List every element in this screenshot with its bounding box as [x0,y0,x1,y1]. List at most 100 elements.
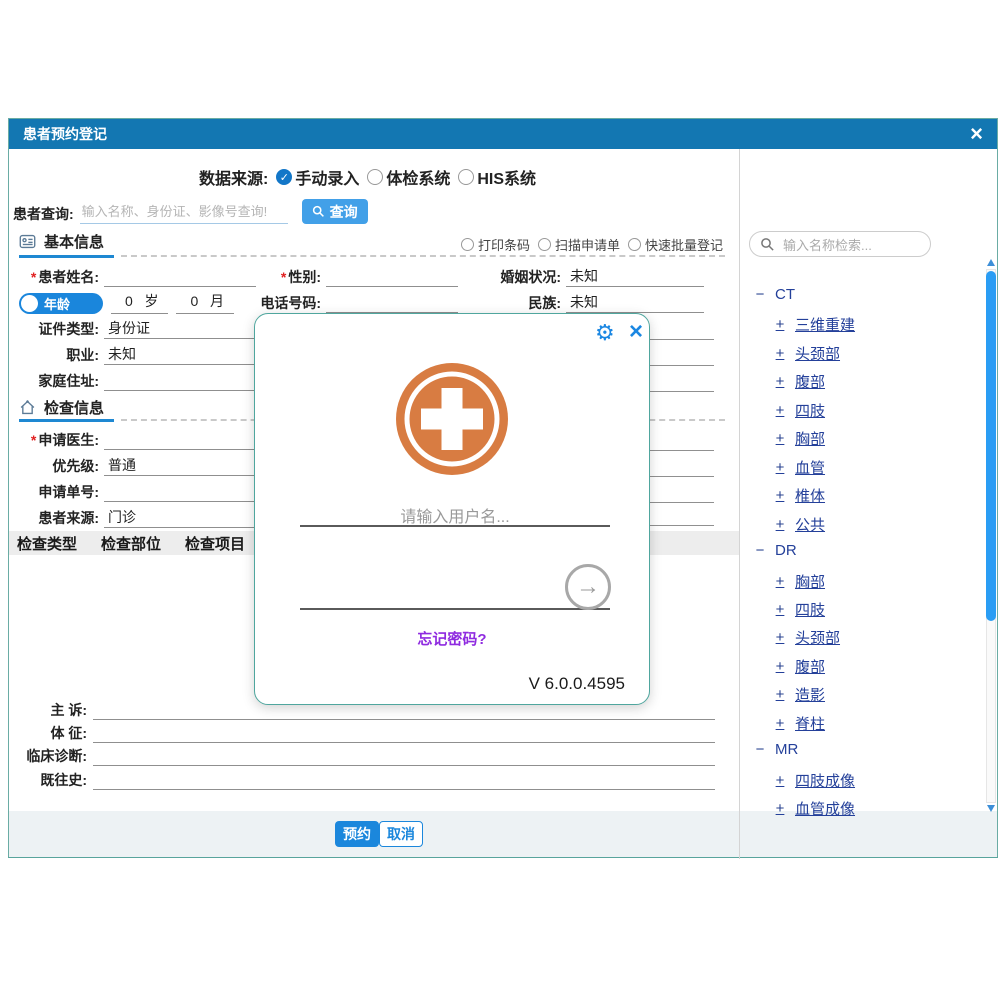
confirm-button[interactable]: 预约 [335,821,379,847]
tree-item[interactable]: +胸部 [774,428,825,449]
tree-item-label: 公共 [795,514,825,535]
expand-icon[interactable]: + [774,686,786,703]
history-field-input[interactable] [93,723,715,743]
expand-icon[interactable]: + [774,459,786,476]
scroll-up-icon[interactable] [987,259,995,266]
data-source-option[interactable]: HIS系统 [458,165,536,189]
tree-item[interactable]: +胸部 [774,571,825,592]
id-type-input[interactable]: 身份证 [104,318,256,339]
age-months-input[interactable]: 0 月 [176,291,233,314]
tree-item[interactable]: +头颈部 [774,343,840,364]
tree-item[interactable]: +腹部 [774,656,825,677]
order-no-label: 申请单号: [17,482,99,502]
top-option[interactable]: 打印条码 [461,235,530,254]
sidebar-search-placeholder: 输入名称检索... [783,235,872,254]
top-option[interactable]: 快速批量登记 [628,235,723,254]
scroll-down-icon[interactable] [987,805,995,812]
tree-item[interactable]: +血管 [774,457,825,478]
expand-icon[interactable]: + [774,573,786,590]
ethnic-input[interactable]: 未知 [566,292,704,313]
tree-item-label: CT [775,286,795,303]
expand-icon[interactable]: + [774,601,786,618]
expand-icon[interactable]: + [774,345,786,362]
tree-item[interactable]: +腹部 [774,371,825,392]
query-button-label: 查询 [330,202,358,222]
patient-name-field: *患者姓名: [17,266,256,287]
sidebar-search[interactable]: 输入名称检索... [749,231,931,257]
tree-item-label: 造影 [795,684,825,705]
forgot-password-link[interactable]: 忘记密码? [255,628,649,649]
order-no-input[interactable] [104,481,256,502]
history-field-row: 临床诊断: [17,745,715,766]
age-toggle[interactable]: 年龄 [19,293,103,314]
top-option[interactable]: 扫描申请单 [538,235,620,254]
popup-close-icon[interactable]: × [629,320,643,344]
age-toggle-label: 年龄 [44,294,70,313]
expand-icon[interactable]: + [774,629,786,646]
radio-icon [458,169,474,185]
tree-item[interactable]: +三维重建 [774,314,855,335]
password-input[interactable] [300,574,610,610]
expand-icon[interactable]: + [774,430,786,447]
age-years-input[interactable]: 0 岁 [111,291,168,314]
cancel-button[interactable]: 取消 [379,821,423,847]
tree-group[interactable]: −CT [754,286,795,303]
tree-group[interactable]: −MR [754,741,798,758]
patient-name-input[interactable] [104,266,256,287]
phone-input[interactable] [326,292,458,313]
exam-table-column-header[interactable]: 检查项目 [185,533,245,554]
tree-item[interactable]: + 造影 [774,684,825,705]
required-asterisk: * [281,269,286,285]
query-button[interactable]: 查询 [302,199,368,224]
exam-info-title: 检查信息 [44,397,104,418]
exam-table-column-header[interactable]: 检查类型 [17,533,77,554]
tree-item-label: 脊柱 [795,713,825,734]
username-input[interactable]: 请输入用户名... [300,497,610,527]
login-popup: ⚙ × 请输入用户名... → 忘记密码? V 6.0.0.4595 [254,313,650,705]
collapse-icon[interactable]: − [754,286,766,303]
address-input[interactable] [104,370,256,391]
data-source-option[interactable]: ✓手动录入 [276,165,359,189]
address-label: 家庭住址: [17,371,99,391]
expand-icon[interactable]: + [774,487,786,504]
tree-item[interactable]: +血管成像 [774,798,855,819]
id-card-icon [19,233,36,250]
tree-group[interactable]: −DR [754,542,797,559]
search-icon [760,237,775,252]
expand-icon[interactable]: + [774,516,786,533]
collapse-icon[interactable]: − [754,542,766,559]
tree-item[interactable]: +四肢成像 [774,770,855,791]
tree-item[interactable]: +四肢 [774,599,825,620]
gear-icon[interactable]: ⚙ [595,320,615,346]
doctor-input[interactable] [104,429,256,450]
expand-icon[interactable]: + [774,402,786,419]
tree-item[interactable]: +四肢 [774,400,825,421]
patient-query-input[interactable]: 输入名称、身份证、影像号查询! [80,199,288,224]
history-field-input[interactable] [93,770,715,790]
expand-icon[interactable]: + [774,772,786,789]
expand-icon[interactable]: + [774,316,786,333]
patient-source-label: 患者来源: [17,508,99,528]
priority-input[interactable]: 普通 [104,455,256,476]
marital-input[interactable]: 未知 [566,266,704,287]
tree-item[interactable]: +椎体 [774,485,825,506]
exam-table-column-header[interactable]: 检查部位 [101,533,161,554]
expand-icon[interactable]: + [774,715,786,732]
history-field-input[interactable] [93,746,715,766]
patient-source-input[interactable]: 门诊 [104,507,256,528]
gender-input[interactable] [326,266,458,287]
expand-icon[interactable]: + [774,800,786,817]
tree-item[interactable]: + 脊柱 [774,713,825,734]
tree-item[interactable]: + 公共 [774,514,825,535]
basic-info-title: 基本信息 [44,231,104,252]
login-arrow-button[interactable]: → [565,564,611,610]
dialog-close-icon[interactable]: × [970,123,983,145]
occupation-input[interactable]: 未知 [104,344,256,365]
tree-item[interactable]: +头颈部 [774,627,840,648]
expand-icon[interactable]: + [774,658,786,675]
collapse-icon[interactable]: − [754,741,766,758]
doctor-label: *申请医生: [17,430,99,450]
data-source-option[interactable]: 体检系统 [367,165,450,189]
sidebar-scrollbar-thumb[interactable] [986,271,996,621]
expand-icon[interactable]: + [774,373,786,390]
